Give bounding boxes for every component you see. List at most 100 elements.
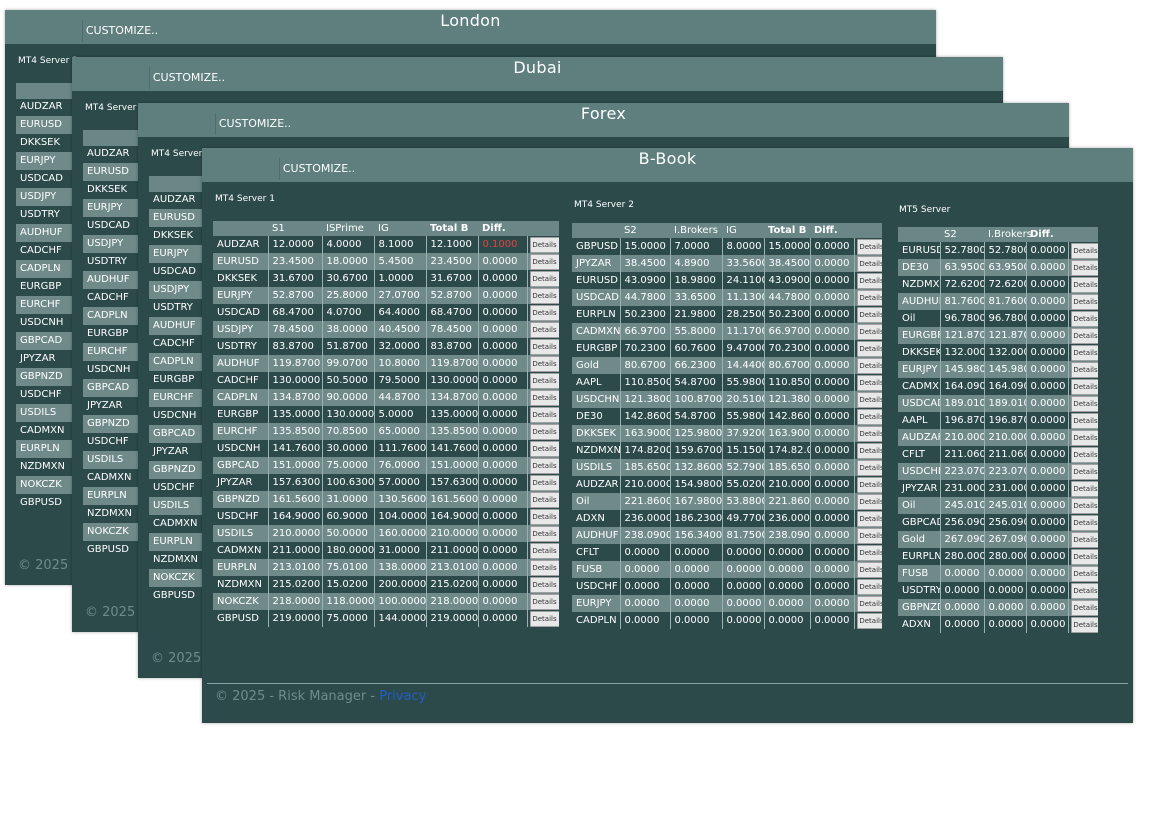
details-button[interactable]: Details [529, 372, 559, 389]
customize-button[interactable]: CUSTOMIZE.. [150, 67, 228, 89]
details-button[interactable]: Details [856, 306, 882, 323]
details-button[interactable]: Details [856, 544, 882, 561]
details-button[interactable]: Details [856, 272, 882, 289]
details-button[interactable]: Details [1070, 378, 1098, 395]
details-button[interactable]: Details [1070, 497, 1098, 514]
details-button[interactable]: Details [1070, 361, 1098, 378]
details-button[interactable]: Details [529, 406, 559, 423]
symbol-list: AUDZAR EURUSD DKKSEK EURJPY USDCAD USDJPY USDT… [149, 191, 209, 605]
privacy-link[interactable]: Privacy [379, 689, 426, 704]
symbol-cell: CADPLN [572, 612, 621, 629]
symbol-row: USDILS [149, 497, 209, 515]
details-button[interactable]: Details [856, 459, 882, 476]
details-button[interactable]: Details [529, 474, 559, 491]
details-button[interactable]: Details [1070, 293, 1098, 310]
details-button[interactable]: Details [529, 287, 559, 304]
details-button[interactable]: Details [529, 304, 559, 321]
details-button[interactable]: Details [856, 612, 882, 629]
details-button[interactable]: Details [1070, 548, 1098, 565]
table-row: EURGBP 70.2300 60.7600 9.47000 70.2300 0.0000… [572, 340, 882, 357]
details-button[interactable]: Details [856, 578, 882, 595]
column-header: Total B [764, 223, 810, 238]
symbol-row: EURGBP [87, 328, 129, 339]
value-cell: 135.0000 [268, 406, 323, 423]
value-cell: 20.5100 [722, 391, 765, 408]
customize-button[interactable]: CUSTOMIZE.. [216, 113, 294, 135]
value-cell: 0.0000 [1026, 531, 1069, 548]
details-button[interactable]: Details [1070, 327, 1098, 344]
details-button[interactable]: Details [856, 255, 882, 272]
details-button[interactable]: Details [1070, 259, 1098, 276]
symbol-cell: EURGBP [213, 406, 269, 423]
details-button[interactable]: Details [529, 542, 559, 559]
details-button[interactable]: Details [1070, 463, 1098, 480]
value-cell: 211.0000 [268, 542, 323, 559]
details-button[interactable]: Details [1070, 310, 1098, 327]
details-button[interactable]: Details [1070, 582, 1098, 599]
details-button[interactable]: Details [856, 527, 882, 544]
details-button[interactable]: Details [856, 340, 882, 357]
details-button[interactable]: Details [529, 423, 559, 440]
details-button[interactable]: Details [529, 440, 559, 457]
value-cell: 81.7600 [940, 293, 985, 310]
details-button[interactable]: Details [856, 391, 882, 408]
details-button[interactable]: Details [856, 476, 882, 493]
details-button[interactable]: Details [529, 389, 559, 406]
value-cell: 63.9500 [984, 259, 1027, 276]
table-row: NZDMXN72.620072.62000.0000Details [898, 276, 1098, 293]
details-button[interactable]: Details [1070, 514, 1098, 531]
details-button[interactable]: Details [856, 289, 882, 306]
value-cell: 121.3800 [620, 391, 671, 408]
details-button[interactable]: Details [856, 408, 882, 425]
symbol-cell: DKKSEK [213, 270, 269, 287]
details-button[interactable]: Details [529, 593, 559, 610]
value-cell: 0.0000 [810, 442, 855, 459]
details-button[interactable]: Details [856, 510, 882, 527]
details-button[interactable]: Details [856, 357, 882, 374]
details-button[interactable]: Details [856, 425, 882, 442]
details-button[interactable]: Details [1070, 446, 1098, 463]
value-cell: 66.9700 [620, 323, 671, 340]
details-button[interactable]: Details [1070, 531, 1098, 548]
details-button[interactable]: Details [856, 442, 882, 459]
details-button[interactable]: Details [1070, 616, 1098, 633]
symbol-row: EURUSD [149, 209, 209, 227]
details-button[interactable]: Details [1070, 429, 1098, 446]
details-button[interactable]: Details [529, 491, 559, 508]
details-button[interactable]: Details [529, 338, 559, 355]
details-button[interactable]: Details [856, 595, 882, 612]
symbol-row: JPYZAR [87, 400, 123, 411]
details-button[interactable]: Details [529, 321, 559, 338]
details-button[interactable]: Details [1070, 412, 1098, 429]
details-button[interactable]: Details [1070, 395, 1098, 412]
customize-button[interactable]: CUSTOMIZE.. [83, 20, 161, 42]
details-button[interactable]: Details [1070, 242, 1098, 259]
value-cell: 83.8700 [268, 338, 323, 355]
details-button[interactable]: Details [856, 238, 882, 255]
details-button[interactable]: Details [529, 355, 559, 372]
details-button[interactable]: Details [529, 610, 559, 627]
table-row: EURUSD 43.0900 18.9800 24.1100 43.0900 0.0000… [572, 272, 882, 289]
details-button[interactable]: Details [856, 493, 882, 510]
details-button[interactable]: Details [529, 253, 559, 270]
details-button[interactable]: Details [856, 374, 882, 391]
details-button[interactable]: Details [856, 561, 882, 578]
details-button[interactable]: Details [1070, 565, 1098, 582]
symbol-list: AUDZAR EURUSD DKKSEK EURJPY USDCAD USDJPY USDT… [16, 98, 76, 512]
details-button[interactable]: Details [1070, 344, 1098, 361]
value-cell: 163.9000 [620, 425, 671, 442]
details-button[interactable]: Details [856, 323, 882, 340]
details-button[interactable]: Details [529, 270, 559, 287]
details-button[interactable]: Details [529, 236, 559, 253]
details-button[interactable]: Details [529, 525, 559, 542]
details-button[interactable]: Details [529, 576, 559, 593]
customize-button[interactable]: CUSTOMIZE.. [280, 158, 358, 180]
details-button[interactable]: Details [529, 508, 559, 525]
details-button[interactable]: Details [1070, 480, 1098, 497]
value-cell: 32.0000 [374, 338, 427, 355]
details-button[interactable]: Details [1070, 599, 1098, 616]
details-button[interactable]: Details [529, 457, 559, 474]
details-button[interactable]: Details [529, 559, 559, 576]
details-button[interactable]: Details [1070, 276, 1098, 293]
symbol-cell: GBPNZD [213, 491, 269, 508]
